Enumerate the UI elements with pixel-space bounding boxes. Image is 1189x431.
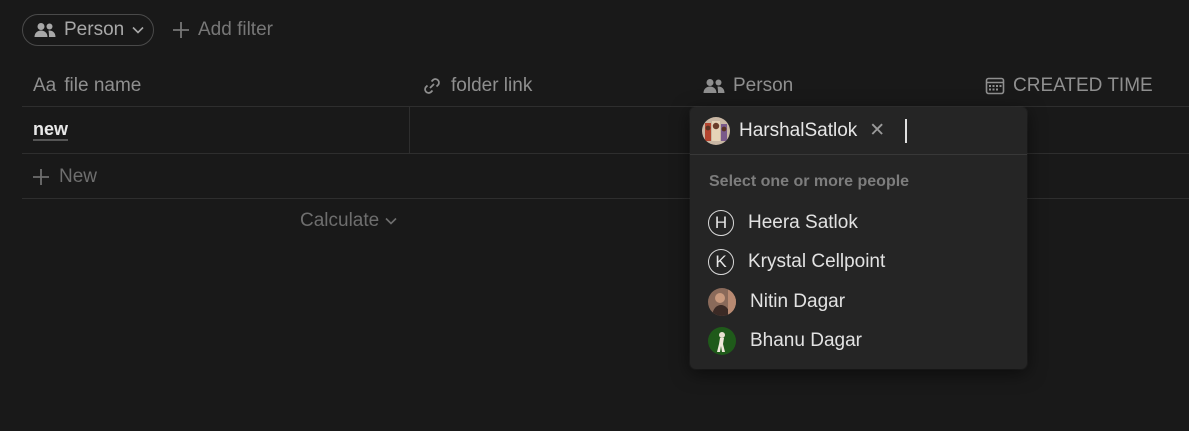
column-header-person[interactable]: Person bbox=[703, 66, 793, 106]
remove-person-icon[interactable]: ✕ bbox=[869, 119, 885, 142]
person-option-name: Heera Satlok bbox=[748, 212, 858, 233]
person-option-nitin-dagar[interactable]: Nitin Dagar bbox=[708, 285, 845, 319]
new-row-button[interactable]: New bbox=[32, 160, 97, 194]
column-label: folder link bbox=[451, 75, 533, 96]
add-filter-button[interactable]: Add filter bbox=[172, 14, 273, 46]
person-filter-chip[interactable]: Person bbox=[22, 14, 154, 46]
avatar: K bbox=[708, 249, 734, 275]
column-header-file-name[interactable]: Aa file name bbox=[33, 66, 141, 106]
person-option-name: Nitin Dagar bbox=[750, 291, 846, 312]
person-option-name: Bhanu Dagar bbox=[750, 330, 862, 351]
file-name-value: new bbox=[33, 119, 69, 141]
plus-icon bbox=[32, 168, 50, 186]
person-filter-label: Person bbox=[64, 19, 125, 40]
avatar bbox=[702, 116, 730, 145]
chevron-down-icon bbox=[385, 217, 397, 225]
text-aa-icon: Aa bbox=[33, 75, 57, 96]
text-cursor bbox=[905, 118, 908, 143]
person-option-name: Krystal Cellpoint bbox=[748, 251, 886, 272]
person-option-heera-satlok[interactable]: H Heera Satlok bbox=[708, 206, 858, 240]
person-option-krystal-cellpoint[interactable]: K Krystal Cellpoint bbox=[708, 245, 885, 279]
selected-person-name: HarshalSatlok bbox=[739, 119, 858, 141]
plus-icon bbox=[172, 21, 190, 39]
people-icon bbox=[34, 22, 56, 38]
avatar: H bbox=[708, 210, 734, 236]
column-header-created-time[interactable]: CREATED TIME bbox=[985, 66, 1153, 106]
selected-people-input[interactable]: HarshalSatlok ✕ bbox=[690, 107, 1027, 155]
new-row-label: New bbox=[59, 166, 98, 187]
link-icon bbox=[421, 75, 443, 97]
selected-person-tag: HarshalSatlok ✕ bbox=[702, 116, 885, 145]
chevron-down-icon bbox=[132, 26, 144, 34]
column-header-folder-link[interactable]: folder link bbox=[421, 66, 532, 106]
calculate-button[interactable]: Calculate bbox=[300, 206, 397, 236]
column-label: file name bbox=[64, 75, 142, 96]
calendar-icon bbox=[985, 76, 1005, 96]
add-filter-label: Add filter bbox=[198, 19, 273, 40]
column-label: CREATED TIME bbox=[1013, 75, 1153, 96]
person-option-bhanu-dagar[interactable]: Bhanu Dagar bbox=[708, 324, 862, 358]
avatar bbox=[708, 327, 736, 355]
avatar bbox=[708, 288, 736, 316]
dropdown-hint: Select one or more people bbox=[709, 173, 910, 190]
calculate-label: Calculate bbox=[300, 210, 380, 231]
column-label: Person bbox=[733, 75, 794, 96]
people-icon bbox=[703, 78, 725, 94]
column-divider bbox=[409, 107, 410, 153]
table-row-file-name-cell[interactable]: new bbox=[33, 108, 69, 152]
person-picker-dropdown: HarshalSatlok ✕ Select one or more peopl… bbox=[690, 107, 1027, 369]
